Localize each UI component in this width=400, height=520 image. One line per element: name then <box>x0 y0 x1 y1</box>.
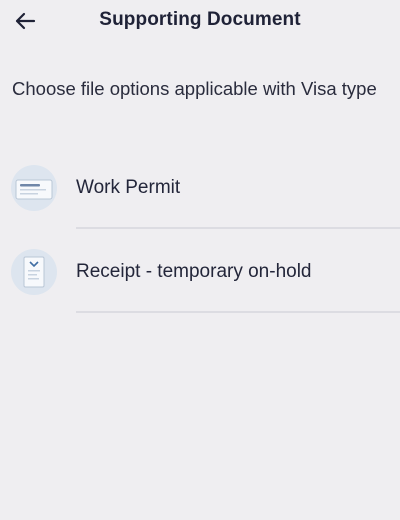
work-permit-card-icon <box>11 165 57 211</box>
page-title: Supporting Document <box>99 9 301 30</box>
instruction-text: Choose file options applicable with Visa… <box>12 78 377 99</box>
option-label: Receipt - temporary on-hold <box>76 261 312 282</box>
app-header: Supporting Document <box>0 0 400 42</box>
option-label: Work Permit <box>76 177 181 198</box>
receipt-document-icon <box>11 249 57 295</box>
option-receipt[interactable]: Receipt - temporary on-hold <box>0 244 400 328</box>
divider <box>76 227 400 229</box>
divider <box>76 311 400 313</box>
option-work-permit[interactable]: Work Permit <box>0 160 400 244</box>
